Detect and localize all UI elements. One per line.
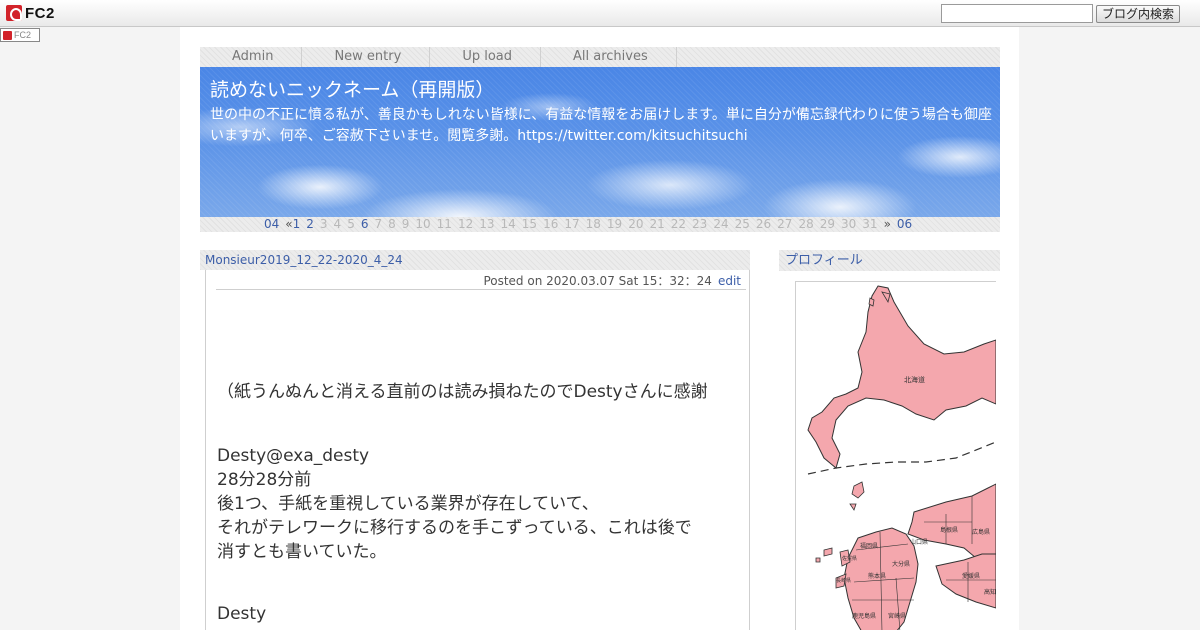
blog-search-input[interactable] <box>941 4 1093 23</box>
calendar-day: 17 <box>564 217 580 231</box>
entry-posted-date: Posted on 2020.03.07 Sat 15：32：24 <box>483 274 712 288</box>
calendar-next-symbol: » <box>883 217 891 231</box>
calendar-day: 14 <box>500 217 516 231</box>
sidebar-profile: 北海道 島根県 広島県 山口県 愛媛県 高知県 福岡県 佐賀県 長 <box>779 271 1000 630</box>
fc2-logo-icon <box>6 5 22 21</box>
calendar-day: 12 <box>457 217 474 231</box>
calendar-day: 7 <box>374 217 383 231</box>
nav-all-archives[interactable]: All archives <box>541 47 677 67</box>
calendar-day: 13 <box>479 217 495 231</box>
calendar-day: 25 <box>734 217 750 231</box>
calendar-day: 28 <box>798 217 814 231</box>
admin-nav: Admin New entry Up load All archives <box>200 47 1000 67</box>
map-label-saga: 佐賀県 <box>842 555 857 562</box>
calendar-day: 31 <box>862 217 878 231</box>
map-label-fukuoka: 福岡県 <box>860 542 878 550</box>
fc2-mini-badge[interactable]: FC2 <box>0 28 40 42</box>
calendar-day: 24 <box>713 217 729 231</box>
fc2-mini-label: FC2 <box>14 30 32 40</box>
fc2-logo[interactable]: FC2 <box>6 4 55 22</box>
map-label-miyazaki: 宮崎県 <box>888 612 906 620</box>
nav-admin[interactable]: Admin <box>200 47 303 67</box>
calendar-day[interactable]: 2 <box>306 217 314 232</box>
calendar-prev-symbol: « <box>285 217 293 231</box>
calendar-day: 8 <box>388 217 396 231</box>
calendar-day: 3 <box>319 217 328 231</box>
map-hokkaido <box>807 285 996 469</box>
calendar-day: 5 <box>347 217 355 231</box>
calendar-day: 16 <box>543 217 559 231</box>
entry-meta: Posted on 2020.03.07 Sat 15：32：24 edit <box>216 272 746 290</box>
calendar-bar: 04 « 1 2 3 4 5 6 7 8 9 10 11 12 13 14 15 16 17 18 19 20 21 22… <box>200 217 1000 232</box>
nav-new-entry[interactable]: New entry <box>302 47 431 67</box>
blog-title[interactable]: 読めないニックネーム（再開版） <box>210 75 494 102</box>
calendar-day: 26 <box>755 217 772 231</box>
calendar-day: 27 <box>777 217 793 231</box>
calendar-day: 18 <box>585 217 601 231</box>
entry-line: Desty@exa_desty <box>217 446 370 466</box>
entry-body: Posted on 2020.03.07 Sat 15：32：24 edit （紙… <box>205 270 750 630</box>
blog-header-banner: 読めないニックネーム（再開版） 世の中の不正に憤る私が、善良かもしれない皆様に、… <box>200 67 1000 217</box>
map-label-hiroshima: 広島県 <box>972 528 990 536</box>
calendar-day: 23 <box>692 217 708 231</box>
map-label-ehime: 愛媛県 <box>962 572 980 580</box>
entry-edit-link[interactable]: edit <box>718 274 741 288</box>
nav-upload[interactable]: Up load <box>430 47 541 67</box>
calendar-day: 21 <box>649 217 665 231</box>
calendar-day[interactable]: 6 <box>361 217 369 232</box>
entry-line: 後1つ、手紙を重視している業界が存在していて、 <box>217 494 599 514</box>
calendar-day: 10 <box>415 217 431 231</box>
map-label-nagasaki: 長崎県 <box>836 577 851 584</box>
calendar-next-month[interactable]: 06 <box>897 217 912 232</box>
calendar-day: 11 <box>436 217 452 231</box>
entry-line: Desty <box>217 604 267 624</box>
entry-text: （紙うんぬんと消える直前のは読み損ねたのでDestyさんに感謝 Desty@ex… <box>217 380 747 626</box>
entry-line: それがテレワークに移行するのを手こずっている、これは後で <box>217 518 692 538</box>
entry-line: 消すとも書いていた。 <box>217 542 387 562</box>
calendar-day: 19 <box>606 217 623 231</box>
fc2-toolbar: FC2 ブログ内検索 <box>0 0 1200 27</box>
blog-search-button[interactable]: ブログ内検索 <box>1096 5 1180 23</box>
calendar-day: 20 <box>628 217 644 231</box>
map-label-kumamoto: 熊本県 <box>868 572 886 580</box>
calendar-prev-month[interactable]: 04 <box>264 217 279 232</box>
entry-line: （紙うんぬんと消える直前のは読み損ねたのでDestyさんに感謝 <box>217 382 708 402</box>
calendar-day: 29 <box>819 217 836 231</box>
calendar-day: 15 <box>521 217 538 231</box>
fc2-mini-icon <box>3 30 12 40</box>
profile-map-image: 北海道 島根県 広島県 山口県 愛媛県 高知県 福岡県 佐賀県 長 <box>795 281 996 630</box>
blog-description: 世の中の不正に憤る私が、善良かもしれない皆様に、有益な情報をお届けします。単に自… <box>210 107 992 144</box>
japan-map-icon: 北海道 島根県 広島県 山口県 愛媛県 高知県 福岡県 佐賀県 長 <box>807 285 996 630</box>
calendar-day: 4 <box>333 217 342 231</box>
calendar-day: 22 <box>670 217 687 231</box>
sidebar-profile-title: プロフィール <box>779 250 1000 271</box>
map-label-kochi: 高知県 <box>984 588 996 596</box>
map-label-kagoshima: 鹿児島県 <box>852 612 876 620</box>
calendar-day: 9 <box>401 217 410 231</box>
map-label-hokkaido: 北海道 <box>904 375 925 384</box>
map-label-shimane: 島根県 <box>940 526 958 534</box>
calendar-day[interactable]: 1 <box>293 217 301 232</box>
calendar-days: 04 « 1 2 3 4 5 6 7 8 9 10 11 12 13 14 15 16 17 18 19 20 21 22… <box>264 217 918 232</box>
entry-line: 28分28分前 <box>217 470 312 490</box>
map-label-oita: 大分県 <box>892 560 910 568</box>
entry-title[interactable]: Monsieur2019_12_22-2020_4_24 <box>200 250 750 270</box>
fc2-logo-text: FC2 <box>25 4 55 22</box>
calendar-day: 30 <box>841 217 857 231</box>
